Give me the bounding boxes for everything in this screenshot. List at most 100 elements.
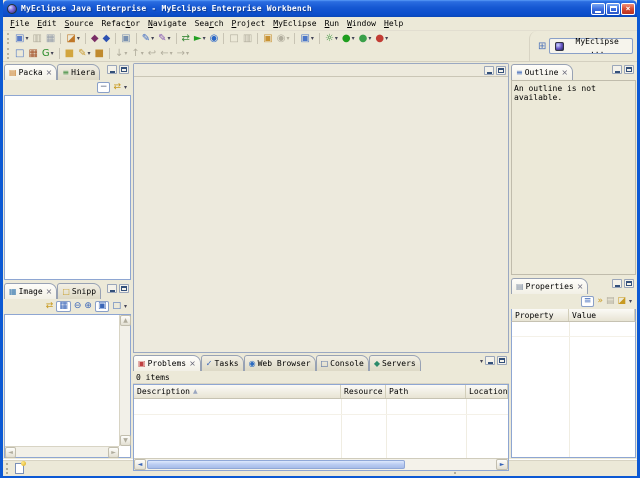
menu-myeclipse[interactable]: MyEclipse: [269, 18, 320, 29]
internal-browser-button[interactable]: ▣▾: [298, 32, 315, 46]
horizontal-scrollbar[interactable]: ◄ ►: [5, 446, 119, 457]
new-table-wizard-button[interactable]: ▦: [26, 47, 39, 61]
sync-browser-button[interactable]: ◉▾: [275, 32, 292, 46]
show-advanced-button[interactable]: »: [597, 297, 603, 306]
maximize-view-button[interactable]: [624, 279, 634, 288]
menu-edit[interactable]: Edit: [33, 18, 60, 29]
link-with-editor-button[interactable]: ⇄: [113, 83, 121, 92]
new-ejb-project-button[interactable]: ◆: [89, 32, 101, 46]
refresh-image-button[interactable]: ⇄: [46, 302, 54, 311]
edit-resource-button[interactable]: ✎▾: [76, 47, 92, 61]
tab-image-preview[interactable]: ▦ Image ×: [4, 283, 57, 299]
column-resource[interactable]: Resource: [341, 385, 386, 398]
minimize-view-button[interactable]: [612, 279, 622, 288]
maximize-editor-button[interactable]: [496, 66, 506, 75]
menu-window[interactable]: Window: [343, 18, 380, 29]
zoom-out-button[interactable]: ⊖: [74, 302, 82, 311]
maximize-view-button[interactable]: [119, 65, 129, 74]
dropdown-arrow-icon[interactable]: ▾: [168, 35, 171, 42]
back-button[interactable]: ←▾: [158, 47, 174, 61]
save-all-button[interactable]: ▥: [241, 32, 254, 46]
scrollbar-thumb[interactable]: [147, 460, 405, 469]
column-value[interactable]: Value: [569, 309, 635, 321]
new-myeclipse-wizard-button[interactable]: ◪▾: [64, 32, 81, 46]
pin-property-button[interactable]: ◪: [617, 297, 626, 306]
menu-help[interactable]: Help: [380, 18, 407, 29]
open-perspective-icon[interactable]: ⊞: [538, 41, 546, 52]
view-menu-button[interactable]: ▾: [124, 84, 127, 91]
new-web-project-button[interactable]: ◆: [101, 32, 113, 46]
close-icon[interactable]: ×: [45, 287, 53, 296]
tab-console[interactable]: □ Console: [316, 355, 369, 371]
tab-problems[interactable]: ▣ Problems ×: [133, 355, 201, 371]
tab-properties[interactable]: ▤ Properties ×: [511, 278, 588, 294]
next-annotation-button[interactable]: ↓▾: [113, 47, 129, 61]
column-property[interactable]: Property: [512, 309, 569, 321]
image-preview-canvas[interactable]: ▲ ▼ ◄ ►: [4, 314, 131, 458]
run-button[interactable]: ●▾: [340, 32, 357, 46]
minimize-view-button[interactable]: [612, 65, 622, 74]
tab-servers[interactable]: ◆ Servers: [369, 355, 421, 371]
show-image-button[interactable]: ▦: [56, 301, 71, 312]
run-as-button[interactable]: ►▾: [192, 32, 208, 46]
scroll-right-icon[interactable]: ►: [108, 447, 119, 458]
tab-outline[interactable]: ≡ Outline ×: [511, 64, 573, 80]
maximize-view-button[interactable]: [497, 356, 507, 365]
scroll-left-icon[interactable]: ◄: [5, 447, 16, 458]
menu-source[interactable]: Source: [61, 18, 98, 29]
minimize-view-button[interactable]: [485, 356, 495, 365]
new-wizard-button[interactable]: ▣▾: [13, 32, 30, 46]
dropdown-arrow-icon[interactable]: ▾: [124, 50, 127, 57]
editor-empty-content[interactable]: [134, 77, 508, 352]
column-location[interactable]: Location: [466, 385, 508, 398]
menu-run[interactable]: Run: [321, 18, 343, 29]
stop-server-button[interactable]: ●▾: [373, 32, 390, 46]
dropdown-arrow-icon[interactable]: ▾: [203, 35, 206, 42]
maximize-window-button[interactable]: [606, 3, 620, 15]
minimize-view-button[interactable]: [107, 65, 117, 74]
scroll-left-icon[interactable]: ◄: [134, 459, 146, 470]
fit-to-window-button[interactable]: □: [112, 302, 121, 311]
external-tools-button[interactable]: ☼▾: [323, 32, 340, 46]
dropdown-arrow-icon[interactable]: ▾: [186, 50, 189, 57]
new-getter-setter-button[interactable]: G▾: [40, 47, 56, 61]
package-explorer-tree[interactable]: [4, 95, 131, 280]
actual-size-button[interactable]: ▣: [95, 301, 110, 312]
close-window-button[interactable]: ×: [621, 3, 635, 15]
dropdown-arrow-icon[interactable]: ▾: [88, 50, 91, 57]
collapse-all-button[interactable]: −: [97, 82, 111, 93]
dropdown-arrow-icon[interactable]: ▾: [77, 35, 80, 42]
tab-web-browser[interactable]: ◉ Web Browser: [244, 355, 316, 371]
tree-mode-button[interactable]: ≡: [581, 296, 595, 307]
import-button[interactable]: ■: [63, 47, 76, 61]
menu-refactor[interactable]: Refactor: [97, 18, 144, 29]
minimize-view-button[interactable]: [107, 284, 117, 293]
dropdown-arrow-icon[interactable]: ▾: [25, 35, 28, 42]
export-button[interactable]: ■: [93, 47, 106, 61]
column-description[interactable]: Description ▲: [134, 385, 341, 398]
forward-button[interactable]: →▾: [175, 47, 191, 61]
tab-package-explorer[interactable]: ▤ Packa ×: [4, 64, 57, 80]
dropdown-arrow-icon[interactable]: ▾: [170, 50, 173, 57]
show-categories-button[interactable]: ▤: [606, 297, 615, 306]
run-server-button[interactable]: ●▾: [357, 32, 374, 46]
open-web-browser-button[interactable]: ◉: [208, 32, 221, 46]
properties-rows[interactable]: [511, 322, 636, 458]
scroll-down-icon[interactable]: ▼: [120, 435, 131, 446]
zoom-in-button[interactable]: ⊕: [84, 302, 92, 311]
new-web-service-button[interactable]: ▣: [119, 32, 132, 46]
tab-hierarchy[interactable]: ≡ Hiera: [57, 64, 100, 80]
maximize-view-button[interactable]: [624, 65, 634, 74]
dropdown-arrow-icon[interactable]: ▾: [335, 35, 338, 42]
save-button[interactable]: ▥: [30, 32, 43, 46]
new-interface-button[interactable]: ✎▾: [156, 32, 172, 46]
vertical-scrollbar[interactable]: ▲ ▼: [119, 315, 130, 446]
close-icon[interactable]: ×: [45, 68, 53, 77]
dropdown-arrow-icon[interactable]: ▾: [352, 35, 355, 42]
view-menu-button[interactable]: ▾: [124, 303, 127, 310]
fast-view-button[interactable]: [15, 463, 24, 474]
view-menu-button[interactable]: ▾: [629, 298, 632, 305]
scroll-up-icon[interactable]: ▲: [120, 315, 131, 326]
problems-horizontal-scrollbar[interactable]: ◄ ►: [134, 458, 508, 470]
new-snippet-button[interactable]: ▣: [261, 32, 274, 46]
